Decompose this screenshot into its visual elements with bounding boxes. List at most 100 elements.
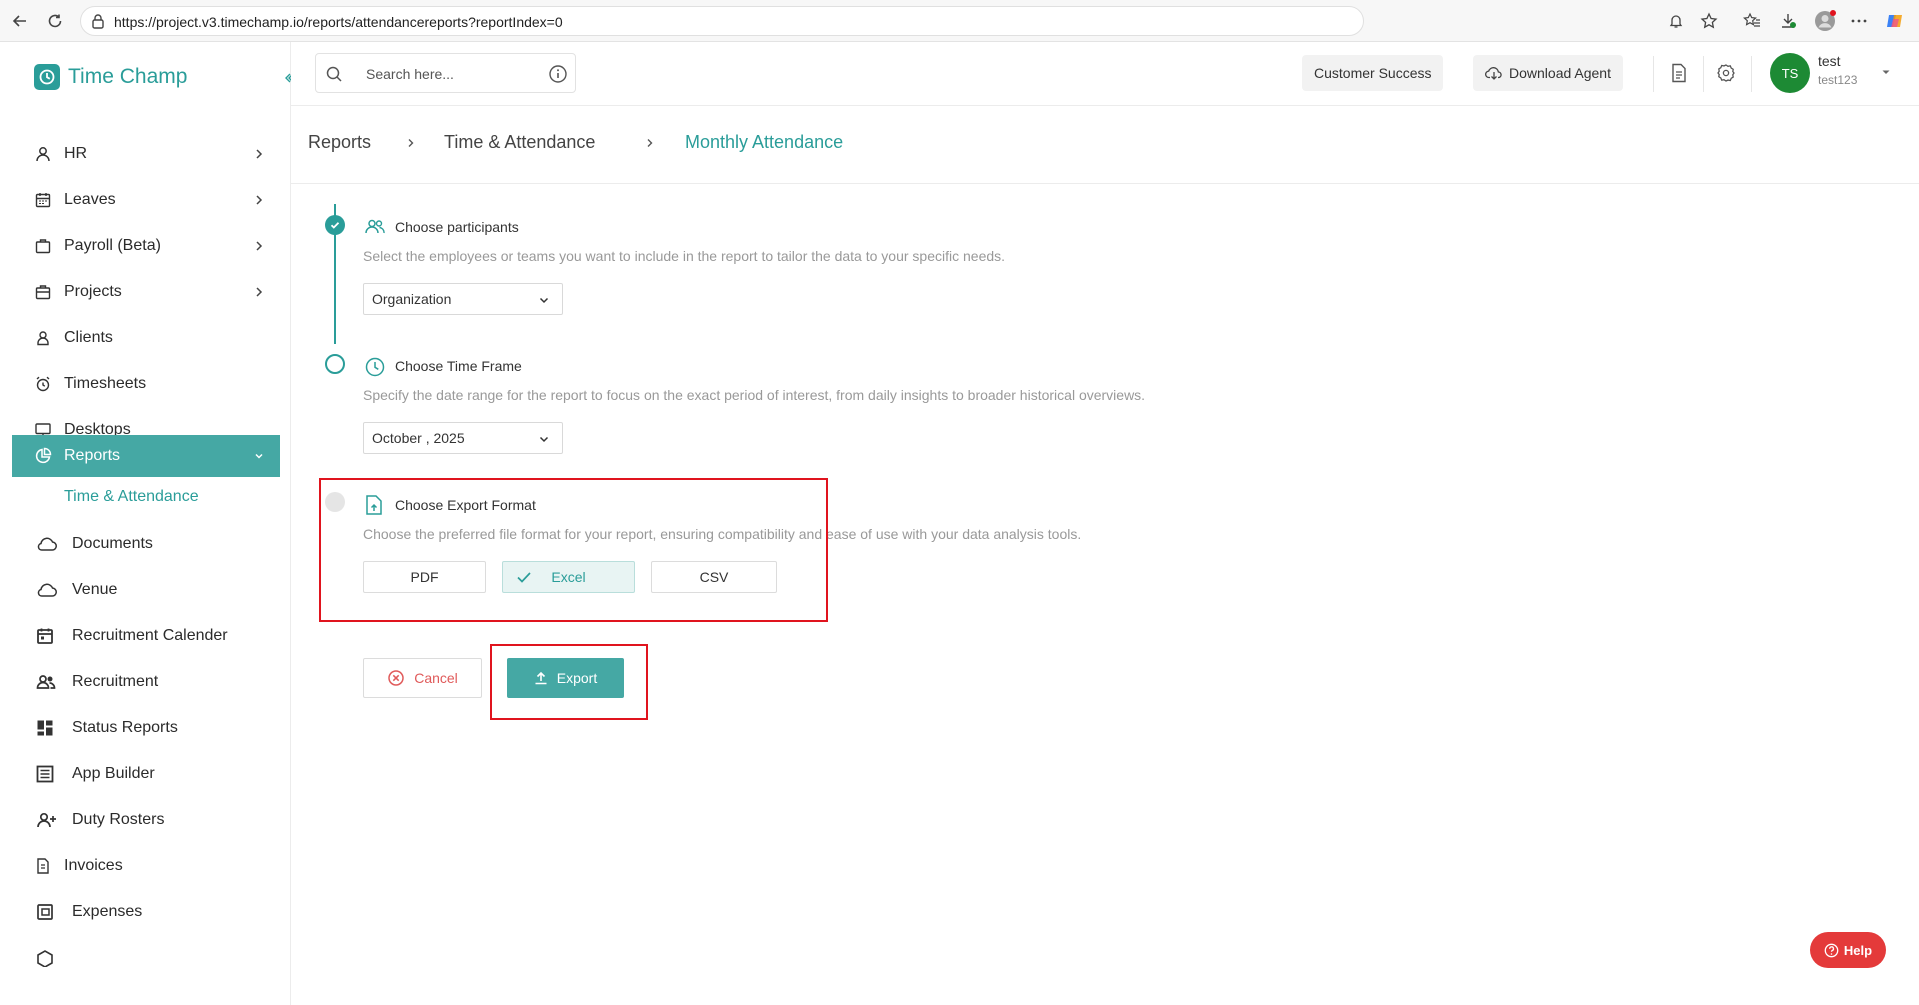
lock-icon	[91, 13, 105, 29]
cancel-button[interactable]: Cancel	[363, 658, 482, 698]
sidebar-item-hr[interactable]: HR	[12, 133, 280, 175]
sidebar-item-recruitment[interactable]: Recruitment	[12, 661, 280, 703]
pie-chart-icon	[34, 447, 52, 465]
logo-text: Time Champ	[68, 65, 188, 88]
sidebar-item-label: Expenses	[72, 903, 143, 920]
sidebar-item-label: Duty Rosters	[72, 811, 165, 828]
cancel-label: Cancel	[414, 670, 458, 686]
address-bar[interactable]: https://project.v3.timechamp.io/reports/…	[80, 6, 1364, 36]
sidebar-item-label: Projects	[64, 283, 122, 300]
breadcrumb-time-attendance[interactable]: Time & Attendance	[444, 132, 595, 153]
avatar[interactable]: TS	[1770, 53, 1810, 93]
sidebar-item-label: HR	[64, 145, 88, 162]
step-description-timeframe: Specify the date range for the report to…	[363, 387, 1146, 403]
user-add-icon	[36, 811, 58, 829]
briefcase-icon	[34, 237, 52, 255]
logo[interactable]: Time Champ	[34, 62, 187, 92]
step-title-timeframe: Choose Time Frame	[395, 358, 522, 374]
calendar-icon	[36, 627, 54, 645]
refresh-icon[interactable]	[43, 9, 67, 33]
favorites-icon[interactable]	[1740, 9, 1764, 33]
sidebar-item-label: Payroll (Beta)	[64, 237, 161, 254]
sidebar-item-leaves[interactable]: Leaves	[12, 179, 280, 221]
search-icon	[325, 65, 343, 83]
breadcrumb-reports[interactable]: Reports	[308, 132, 371, 153]
dashboard-icon	[36, 719, 54, 737]
sidebar-item-documents[interactable]: Documents	[12, 523, 280, 565]
clock-icon	[364, 356, 386, 378]
header-divider	[1703, 56, 1704, 92]
info-icon[interactable]	[548, 64, 568, 84]
cancel-circle-icon	[387, 669, 405, 687]
sidebar-item-payroll[interactable]: Payroll (Beta)	[12, 225, 280, 267]
sidebar-item-label: App Builder	[72, 765, 155, 782]
people-icon	[364, 218, 386, 240]
step-current-indicator	[325, 354, 345, 374]
participants-select[interactable]: Organization	[363, 283, 563, 315]
chevron-down-icon	[538, 433, 550, 445]
document-report-icon[interactable]	[1668, 62, 1690, 84]
chevron-down-icon	[252, 449, 266, 463]
sidebar-item-app-builder[interactable]: App Builder	[12, 753, 280, 795]
app-window: Time Champ HR Leaves Payroll (Beta) Proj…	[0, 42, 1919, 1005]
more-options-icon[interactable]	[1847, 9, 1871, 33]
search-box[interactable]	[315, 53, 576, 93]
customer-success-button[interactable]: Customer Success	[1302, 55, 1444, 91]
help-button[interactable]: Help	[1810, 932, 1886, 968]
sidebar-item-partial[interactable]	[12, 937, 280, 967]
download-agent-button[interactable]: Download Agent	[1473, 55, 1623, 91]
sidebar-item-label: Timesheets	[64, 375, 147, 392]
sidebar-item-venue[interactable]: Venue	[12, 569, 280, 611]
participants-select-value: Organization	[372, 291, 452, 307]
gear-icon[interactable]	[1715, 62, 1737, 84]
sidebar-item-projects[interactable]: Projects	[12, 271, 280, 313]
chevron-right-icon	[252, 239, 266, 253]
url-text: https://project.v3.timechamp.io/reports/…	[114, 14, 563, 30]
sidebar-item-label: Documents	[72, 535, 153, 552]
profile-icon[interactable]	[1813, 9, 1837, 33]
step-title-participants: Choose participants	[395, 219, 519, 235]
search-input[interactable]	[366, 63, 536, 85]
alarm-clock-icon	[34, 375, 52, 393]
chevron-right-icon	[644, 137, 656, 149]
sidebar-item-reports[interactable]: Reports	[12, 435, 280, 477]
people-icon	[36, 673, 56, 691]
sidebar-item-timesheets[interactable]: Timesheets	[12, 363, 280, 405]
timeframe-select-value: October , 2025	[372, 430, 465, 446]
sidebar-item-label: Invoices	[64, 857, 123, 874]
sidebar-subitem-time-attendance[interactable]: Time & Attendance	[12, 477, 280, 517]
sidebar-item-label: Venue	[72, 581, 118, 598]
notification-bell-icon[interactable]	[1664, 9, 1688, 33]
chevron-right-icon	[405, 137, 417, 149]
sidebar-item-recruitment-calender[interactable]: Recruitment Calender	[12, 615, 280, 657]
export-label: Export	[556, 670, 598, 686]
sidebar-item-invoices[interactable]: Invoices	[12, 845, 280, 887]
sidebar-item-duty-rosters[interactable]: Duty Rosters	[12, 799, 280, 841]
help-label: Help	[1843, 942, 1873, 958]
sidebar: Time Champ HR Leaves Payroll (Beta) Proj…	[0, 42, 291, 1005]
caret-down-icon[interactable]	[1880, 66, 1892, 78]
copilot-icon[interactable]	[1883, 9, 1907, 33]
help-question-icon	[1824, 943, 1839, 958]
sidebar-item-status-reports[interactable]: Status Reports	[12, 707, 280, 749]
star-icon[interactable]	[1697, 9, 1721, 33]
cloud-download-icon	[1485, 65, 1503, 81]
sidebar-item-clients[interactable]: Clients	[12, 317, 280, 359]
sidebar-item-label: Recruitment	[72, 673, 159, 690]
user-icon	[34, 145, 52, 163]
person-icon	[34, 329, 52, 347]
export-button[interactable]: Export	[507, 658, 624, 698]
header-divider	[1653, 56, 1654, 92]
top-header: Customer Success Download Agent TS test …	[291, 42, 1919, 106]
back-icon[interactable]	[8, 9, 32, 33]
chevron-right-icon	[252, 285, 266, 299]
sidebar-item-expenses[interactable]: Expenses	[12, 891, 280, 933]
calendar-icon	[34, 191, 52, 209]
downloads-icon[interactable]	[1776, 9, 1800, 33]
timeframe-select[interactable]: October , 2025	[363, 422, 563, 454]
customer-success-label: Customer Success	[1314, 65, 1432, 81]
list-icon	[36, 765, 54, 783]
annotation-box-export-format	[319, 478, 828, 622]
browser-toolbar: https://project.v3.timechamp.io/reports/…	[0, 0, 1919, 42]
folder-icon	[34, 283, 52, 301]
